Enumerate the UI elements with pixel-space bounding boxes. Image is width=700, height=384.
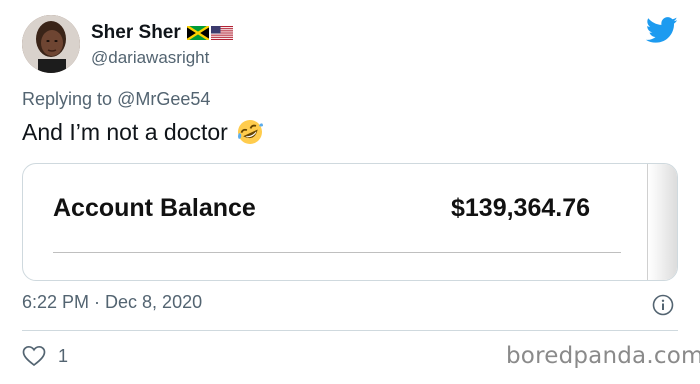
avatar[interactable] [22,15,80,73]
heart-icon[interactable] [22,345,46,367]
media-card[interactable]: Account Balance $139,364.76 [22,163,678,281]
reply-prefix: Replying to [22,89,113,109]
jamaica-flag-icon [186,26,209,40]
flags [186,26,233,40]
tweet-text: And I’m not a doctor [22,118,264,146]
divider [22,330,678,331]
avatar-image [22,15,80,73]
us-flag-icon [210,26,233,40]
reply-context: Replying to @MrGee54 [22,89,210,110]
twitter-bird-icon[interactable] [646,14,678,46]
author-name-row: Sher Sher [91,22,233,44]
user-handle[interactable]: @dariawasright [91,48,209,68]
account-balance-value: $139,364.76 [451,194,591,222]
reply-mention-link[interactable]: @MrGee54 [117,89,210,109]
account-balance-label: Account Balance [53,194,256,222]
card-edge [647,164,677,280]
tweet-body: And I’m not a doctor [22,118,228,145]
display-name[interactable]: Sher Sher [91,22,181,44]
rolling-on-floor-laughing-icon [237,120,263,144]
watermark: boredpanda.com [506,343,700,369]
divider-line [53,252,621,253]
like-count: 1 [58,345,69,366]
tweet-timestamp[interactable]: 6:22 PM · Dec 8, 2020 [22,292,202,313]
info-icon[interactable] [652,294,674,316]
like-button[interactable]: 1 [22,345,68,367]
